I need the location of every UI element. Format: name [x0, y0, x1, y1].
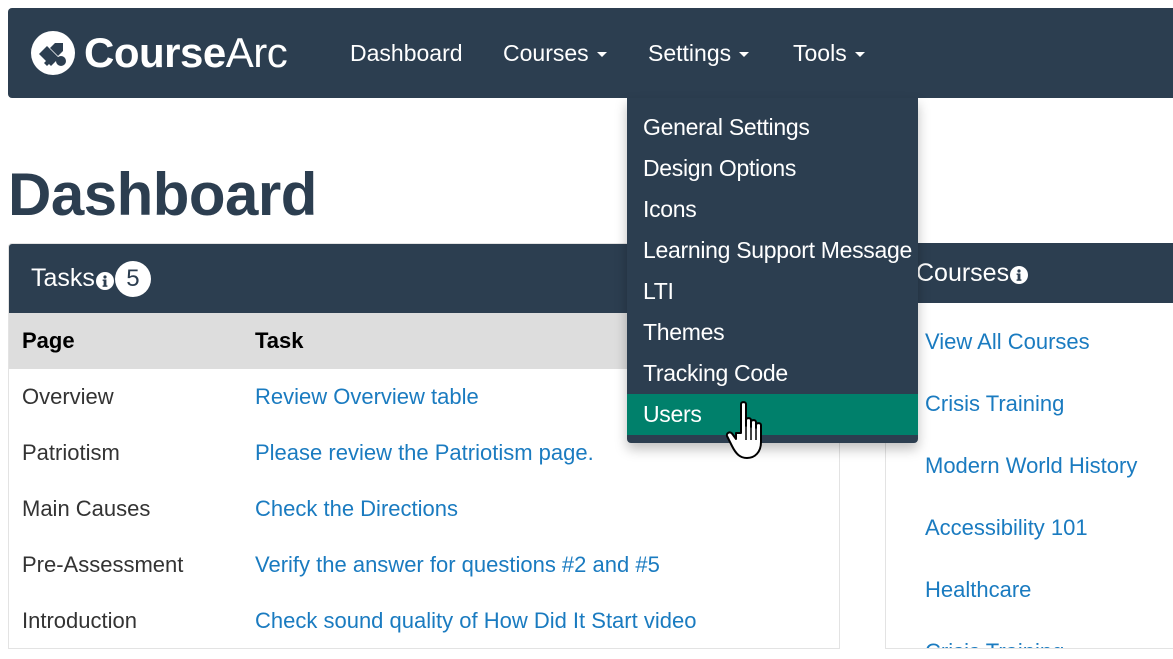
menu-item-general-settings[interactable]: General Settings: [627, 107, 918, 148]
info-icon[interactable]: [1010, 266, 1029, 284]
course-link-view-all[interactable]: View All Courses: [886, 311, 1173, 373]
course-link[interactable]: Accessibility 101: [886, 497, 1173, 559]
nav-settings-dropdown[interactable]: Settings: [648, 8, 750, 98]
course-link[interactable]: Crisis Training: [886, 621, 1173, 648]
table-row: Introduction Check sound quality of How …: [9, 593, 839, 648]
task-link[interactable]: Check the Directions: [255, 481, 839, 537]
course-link[interactable]: Healthcare: [886, 559, 1173, 621]
courses-panel: Courses View All Courses Crisis Training…: [885, 243, 1173, 649]
nav-courses-label: Courses: [503, 39, 589, 66]
brand-name: CourseArc: [84, 29, 288, 76]
nav-tools-dropdown[interactable]: Tools: [793, 8, 865, 98]
task-page-cell: Patriotism: [22, 440, 120, 465]
table-row: Pre-Assessment Verify the answer for que…: [9, 537, 839, 593]
course-link[interactable]: Crisis Training: [886, 373, 1173, 435]
menu-item-themes[interactable]: Themes: [627, 312, 918, 353]
menu-item-design-options[interactable]: Design Options: [627, 148, 918, 189]
task-page-cell: Overview: [22, 384, 114, 409]
course-list: View All Courses Crisis Training Modern …: [886, 303, 1173, 648]
column-header-page: Page: [9, 313, 255, 369]
tasks-count-badge: 5: [114, 260, 151, 297]
task-page-cell: Pre-Assessment: [22, 552, 184, 577]
tasks-title: Tasks: [31, 264, 95, 292]
courses-title: Courses: [916, 258, 1010, 287]
menu-item-tracking-code[interactable]: Tracking Code: [627, 353, 918, 394]
courses-panel-header: Courses: [886, 243, 1173, 303]
menu-item-lti[interactable]: LTI: [627, 271, 918, 312]
nav-dashboard[interactable]: Dashboard: [350, 8, 463, 98]
table-row: Main Causes Check the Directions: [9, 481, 839, 537]
nav-courses-dropdown[interactable]: Courses: [503, 8, 607, 98]
caret-down-icon: [854, 52, 865, 57]
course-link[interactable]: Modern World History: [886, 435, 1173, 497]
settings-dropdown-menu: General Settings Design Options Icons Le…: [627, 98, 918, 443]
task-page-cell: Introduction: [22, 608, 137, 633]
nav-tools-label: Tools: [793, 39, 847, 66]
menu-item-learning-support-message[interactable]: Learning Support Message: [627, 230, 918, 271]
brand[interactable]: CourseArc: [30, 29, 288, 76]
nav-dashboard-label: Dashboard: [350, 39, 463, 66]
task-link[interactable]: Verify the answer for questions #2 and #…: [255, 537, 839, 593]
hand-pointer-cursor-icon: [725, 401, 762, 459]
caret-down-icon: [739, 52, 750, 57]
coursearc-logo-icon: [31, 31, 75, 75]
top-navbar: CourseArc Dashboard Courses Settings Too…: [8, 8, 1173, 98]
task-page-cell: Main Causes: [22, 496, 151, 521]
caret-down-icon: [596, 52, 607, 57]
menu-item-icons[interactable]: Icons: [627, 189, 918, 230]
nav-settings-label: Settings: [648, 39, 732, 66]
page-title: Dashboard: [8, 161, 317, 228]
info-icon[interactable]: [95, 271, 114, 290]
task-link[interactable]: Check sound quality of How Did It Start …: [255, 593, 839, 648]
